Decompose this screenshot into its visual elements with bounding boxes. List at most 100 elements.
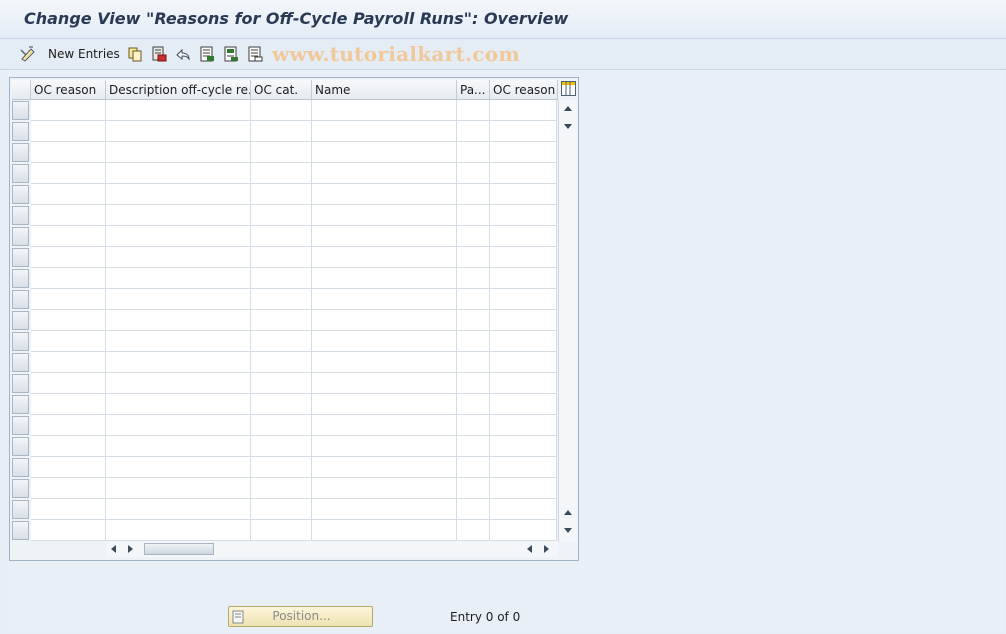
table-cell[interactable] bbox=[457, 373, 490, 394]
table-cell[interactable] bbox=[31, 226, 106, 247]
copy-icon[interactable] bbox=[127, 45, 143, 63]
table-cell[interactable] bbox=[31, 268, 106, 289]
table-cell[interactable] bbox=[312, 289, 457, 310]
row-selector[interactable] bbox=[12, 164, 29, 183]
scroll-page-up-icon[interactable] bbox=[564, 510, 572, 515]
table-cell[interactable] bbox=[490, 205, 557, 226]
table-cell[interactable] bbox=[312, 184, 457, 205]
table-cell[interactable] bbox=[31, 457, 106, 478]
row-selector[interactable] bbox=[12, 416, 29, 435]
table-cell[interactable] bbox=[457, 415, 490, 436]
table-cell[interactable] bbox=[251, 310, 312, 331]
table-cell[interactable] bbox=[457, 226, 490, 247]
column-header[interactable]: OC cat. bbox=[251, 80, 312, 100]
table-cell[interactable] bbox=[312, 478, 457, 499]
scroll-up-icon[interactable] bbox=[564, 106, 572, 111]
table-cell[interactable] bbox=[106, 247, 251, 268]
table-cell[interactable] bbox=[251, 520, 312, 541]
table-cell[interactable] bbox=[312, 415, 457, 436]
table-cell[interactable] bbox=[251, 499, 312, 520]
table-cell[interactable] bbox=[312, 352, 457, 373]
table-cell[interactable] bbox=[490, 331, 557, 352]
row-selector[interactable] bbox=[12, 185, 29, 204]
table-cell[interactable] bbox=[312, 331, 457, 352]
table-cell[interactable] bbox=[106, 394, 251, 415]
table-cell[interactable] bbox=[251, 457, 312, 478]
table-cell[interactable] bbox=[106, 163, 251, 184]
table-cell[interactable] bbox=[251, 352, 312, 373]
scroll-page-down-icon[interactable] bbox=[564, 528, 572, 533]
scroll-down-icon[interactable] bbox=[564, 124, 572, 129]
column-header[interactable]: Description off-cycle re... bbox=[106, 80, 251, 100]
table-cell[interactable] bbox=[251, 415, 312, 436]
row-selector[interactable] bbox=[12, 227, 29, 246]
row-selector[interactable] bbox=[12, 395, 29, 414]
row-selector[interactable] bbox=[12, 122, 29, 141]
table-cell[interactable] bbox=[31, 373, 106, 394]
table-cell[interactable] bbox=[490, 142, 557, 163]
table-cell[interactable] bbox=[31, 184, 106, 205]
table-cell[interactable] bbox=[312, 268, 457, 289]
table-cell[interactable] bbox=[106, 331, 251, 352]
table-cell[interactable] bbox=[490, 457, 557, 478]
display-change-icon[interactable] bbox=[19, 45, 37, 63]
table-cell[interactable] bbox=[457, 184, 490, 205]
deselect-all-icon[interactable] bbox=[247, 45, 263, 63]
table-cell[interactable] bbox=[251, 121, 312, 142]
table-cell[interactable] bbox=[312, 457, 457, 478]
table-cell[interactable] bbox=[490, 268, 557, 289]
column-header[interactable]: OC reason ty bbox=[490, 80, 558, 100]
vertical-scrollbar[interactable] bbox=[558, 100, 577, 542]
table-cell[interactable] bbox=[106, 184, 251, 205]
table-cell[interactable] bbox=[251, 142, 312, 163]
table-cell[interactable] bbox=[31, 415, 106, 436]
table-cell[interactable] bbox=[457, 100, 490, 121]
select-all-rows-corner[interactable] bbox=[12, 80, 31, 100]
row-selector[interactable] bbox=[12, 332, 29, 351]
table-cell[interactable] bbox=[106, 415, 251, 436]
table-cell[interactable] bbox=[490, 121, 557, 142]
scroll-left-icon[interactable] bbox=[111, 545, 116, 553]
table-cell[interactable] bbox=[31, 499, 106, 520]
column-header[interactable]: Name bbox=[312, 80, 457, 100]
table-cell[interactable] bbox=[490, 352, 557, 373]
table-cell[interactable] bbox=[457, 289, 490, 310]
table-cell[interactable] bbox=[251, 247, 312, 268]
delete-icon[interactable] bbox=[151, 45, 167, 63]
select-block-icon[interactable] bbox=[223, 45, 239, 63]
table-cell[interactable] bbox=[251, 205, 312, 226]
table-cell[interactable] bbox=[106, 436, 251, 457]
table-cell[interactable] bbox=[31, 520, 106, 541]
table-cell[interactable] bbox=[312, 499, 457, 520]
horizontal-scrollbar[interactable] bbox=[106, 541, 558, 557]
position-button[interactable]: Position... bbox=[228, 606, 373, 627]
table-cell[interactable] bbox=[457, 499, 490, 520]
table-cell[interactable] bbox=[31, 289, 106, 310]
table-cell[interactable] bbox=[106, 226, 251, 247]
table-cell[interactable] bbox=[106, 499, 251, 520]
table-cell[interactable] bbox=[106, 205, 251, 226]
row-selector[interactable] bbox=[12, 269, 29, 288]
table-cell[interactable] bbox=[490, 520, 557, 541]
table-cell[interactable] bbox=[457, 142, 490, 163]
table-cell[interactable] bbox=[457, 394, 490, 415]
table-cell[interactable] bbox=[31, 247, 106, 268]
table-cell[interactable] bbox=[251, 373, 312, 394]
table-cell[interactable] bbox=[490, 310, 557, 331]
table-cell[interactable] bbox=[312, 205, 457, 226]
table-settings-icon[interactable] bbox=[561, 81, 576, 96]
table-cell[interactable] bbox=[490, 373, 557, 394]
table-cell[interactable] bbox=[312, 310, 457, 331]
table-cell[interactable] bbox=[312, 373, 457, 394]
table-cell[interactable] bbox=[312, 100, 457, 121]
table-cell[interactable] bbox=[106, 142, 251, 163]
table-cell[interactable] bbox=[31, 205, 106, 226]
row-selector[interactable] bbox=[12, 458, 29, 477]
table-cell[interactable] bbox=[490, 289, 557, 310]
table-cell[interactable] bbox=[312, 436, 457, 457]
table-cell[interactable] bbox=[106, 121, 251, 142]
row-selector[interactable] bbox=[12, 290, 29, 309]
table-cell[interactable] bbox=[251, 163, 312, 184]
table-cell[interactable] bbox=[106, 352, 251, 373]
table-cell[interactable] bbox=[312, 520, 457, 541]
